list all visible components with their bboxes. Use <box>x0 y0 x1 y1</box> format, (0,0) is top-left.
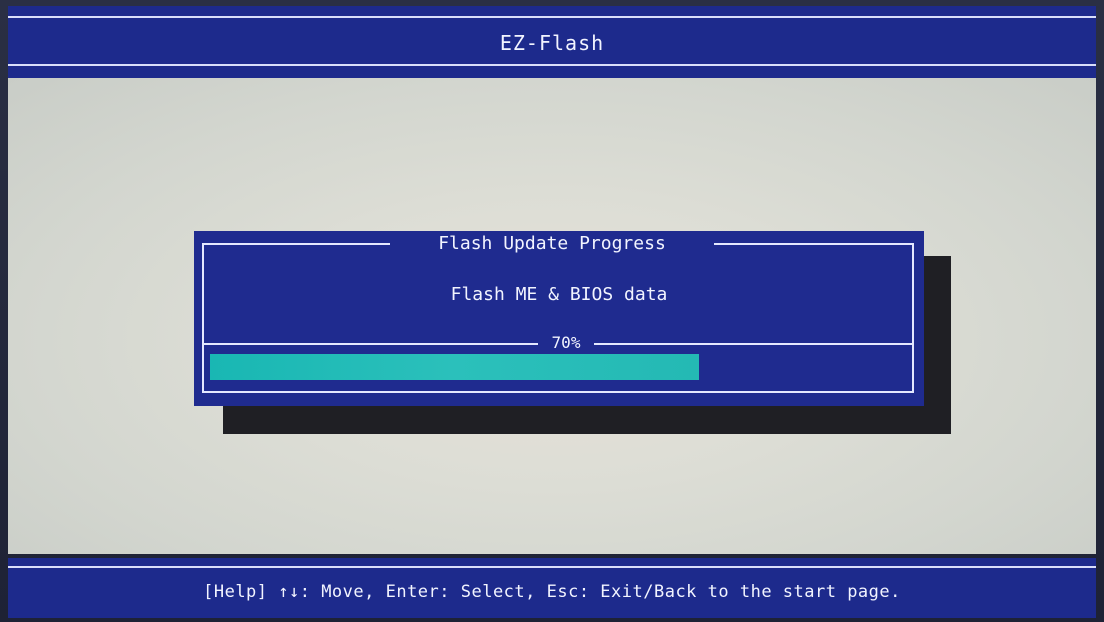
progress-divider-left <box>204 343 538 345</box>
flash-progress-dialog: Flash Update Progress Flash ME & BIOS da… <box>194 231 924 406</box>
title-bar-top-rule <box>8 16 1096 18</box>
dialog-frame-top-left <box>202 243 390 245</box>
progress-percent-label: 70% <box>551 333 581 352</box>
dialog-frame-bottom <box>202 391 914 393</box>
dialog-frame-left <box>202 243 204 393</box>
title-bar: EZ-Flash <box>8 6 1096 78</box>
progress-bar-fill <box>210 354 699 380</box>
bios-screen: EZ-Flash Flash Update Progress Flash ME … <box>0 0 1104 622</box>
dialog-title: Flash Update Progress <box>438 233 666 254</box>
dialog-frame-top-right <box>714 243 914 245</box>
flash-status-message: Flash ME & BIOS data <box>450 284 668 305</box>
progress-divider-right <box>594 343 912 345</box>
help-hint-text: [Help] ↑↓: Move, Enter: Select, Esc: Exi… <box>203 582 901 602</box>
app-title: EZ-Flash <box>499 31 605 55</box>
status-bar-top-rule <box>8 566 1096 568</box>
status-bar: [Help] ↑↓: Move, Enter: Select, Esc: Exi… <box>8 558 1096 618</box>
progress-bar <box>210 354 908 380</box>
title-bar-bottom-rule <box>8 64 1096 66</box>
dialog-frame-right <box>912 243 914 393</box>
